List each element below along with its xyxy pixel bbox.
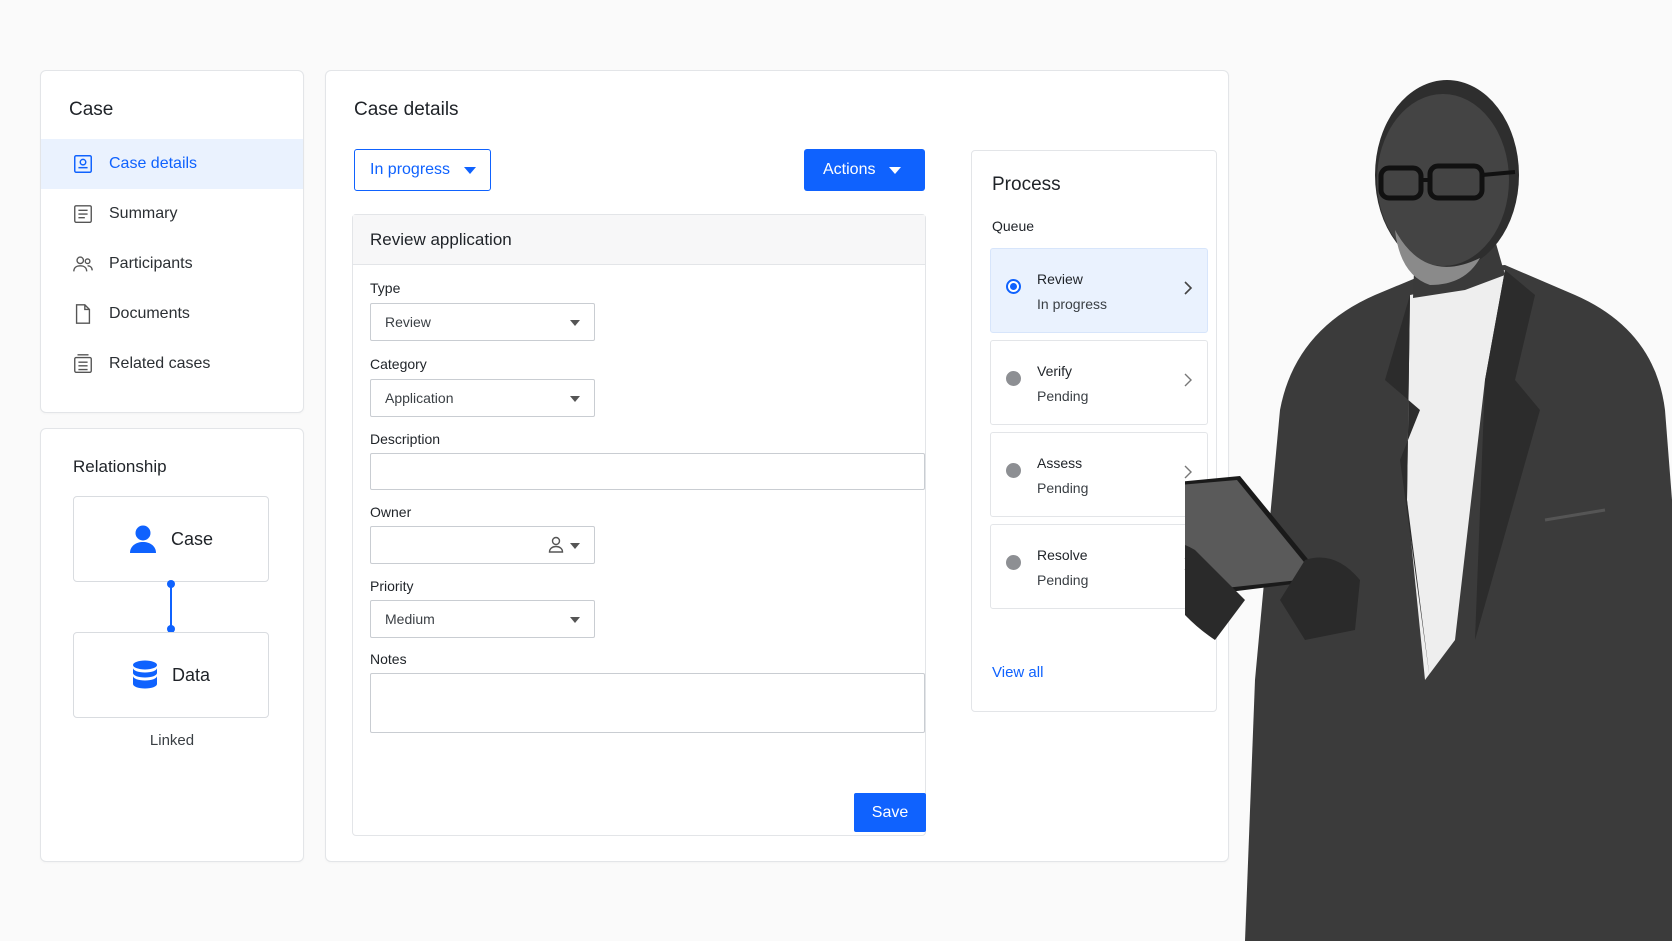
process-panel: Process Queue Review In progress Verify … [971, 150, 1217, 712]
status-value: In progress [370, 161, 451, 178]
node-label: Data [171, 664, 211, 685]
process-step-review[interactable]: Review In progress [990, 248, 1208, 333]
step-status: Pending [1037, 480, 1089, 496]
nav-label: Participants [109, 255, 193, 272]
step-status-dot [1006, 279, 1021, 294]
view-all-link[interactable]: View all [992, 664, 1043, 681]
priority-value: Medium [385, 611, 435, 627]
notes-textarea[interactable] [370, 673, 925, 733]
caret-down-icon [570, 396, 580, 402]
nav-item-documents[interactable]: Documents [41, 289, 303, 339]
relationship-connector [167, 580, 175, 633]
type-value: Review [385, 314, 431, 330]
nav-label: Summary [109, 205, 178, 222]
process-step-resolve[interactable]: Resolve Pending [990, 524, 1208, 609]
participants-icon [71, 252, 95, 276]
nav-item-case-details[interactable]: Case details [41, 139, 303, 189]
caret-down-icon [570, 543, 580, 549]
step-status-dot [1006, 555, 1021, 570]
step-status: Pending [1037, 388, 1089, 404]
step-status-dot [1006, 371, 1021, 386]
notes-label: Notes [370, 651, 407, 667]
step-name: Resolve [1037, 547, 1088, 563]
caret-down-icon [570, 617, 580, 623]
actions-label: Actions [823, 161, 876, 178]
nav-label: Case details [109, 155, 198, 172]
case-details-panel: Case details In progress Actions Review … [325, 70, 1229, 862]
case-details-icon [71, 152, 95, 176]
process-step-verify[interactable]: Verify Pending [990, 340, 1208, 425]
nav-item-related-cases[interactable]: Related cases [41, 339, 303, 389]
category-label: Category [370, 356, 427, 372]
step-name: Verify [1037, 363, 1073, 379]
nav-label: Documents [109, 305, 190, 322]
caret-down-icon [570, 320, 580, 326]
category-value: Application [385, 390, 454, 406]
relationship-link-label: Linked [149, 732, 195, 749]
category-select[interactable]: Application [370, 379, 595, 417]
caret-down-icon [464, 166, 477, 174]
user-icon [548, 536, 564, 556]
summary-icon [71, 202, 95, 226]
step-status: In progress [1037, 296, 1108, 312]
owner-label: Owner [370, 504, 412, 520]
actions-button[interactable]: Actions [804, 149, 925, 191]
relationship-title: Relationship [73, 457, 167, 476]
page-title: Case details [354, 99, 459, 120]
connector-dot [167, 580, 175, 588]
relationship-node-data[interactable]: Data [73, 632, 269, 718]
form-title: Review application [353, 215, 925, 265]
step-name: Review [1037, 271, 1083, 287]
description-input[interactable] [370, 453, 925, 490]
person-photo [1185, 80, 1672, 941]
database-icon [132, 660, 158, 690]
owner-select[interactable] [370, 526, 595, 564]
queue-label: Queue [992, 218, 1035, 234]
process-title: Process [992, 174, 1061, 195]
nav-list: Case details Summary Participants Docume… [41, 139, 303, 389]
description-label: Description [370, 431, 441, 447]
step-name: Assess [1037, 455, 1083, 471]
step-status: Pending [1037, 572, 1089, 588]
nav-label: Related cases [109, 355, 211, 372]
relationship-node-case[interactable]: Case [73, 496, 269, 582]
person-icon [129, 524, 157, 554]
caret-down-icon [889, 166, 902, 174]
relationship-panel: Relationship Case Data Linked [40, 428, 304, 862]
node-label: Case [170, 528, 214, 549]
type-select[interactable]: Review [370, 303, 595, 341]
nav-item-summary[interactable]: Summary [41, 189, 303, 239]
step-status-dot [1006, 463, 1021, 478]
status-dropdown[interactable]: In progress [354, 149, 491, 191]
nav-title: Case [69, 99, 114, 120]
related-cases-icon [71, 352, 95, 376]
priority-select[interactable]: Medium [370, 600, 595, 638]
review-form: Review application Type Review Category … [352, 214, 926, 836]
process-step-assess[interactable]: Assess Pending [990, 432, 1208, 517]
type-label: Type [370, 280, 401, 296]
case-nav-panel: Case Case details Summary Participants D… [40, 70, 304, 413]
document-icon [71, 302, 95, 326]
nav-item-participants[interactable]: Participants [41, 239, 303, 289]
save-button[interactable]: Save [854, 793, 926, 832]
priority-label: Priority [370, 578, 414, 594]
